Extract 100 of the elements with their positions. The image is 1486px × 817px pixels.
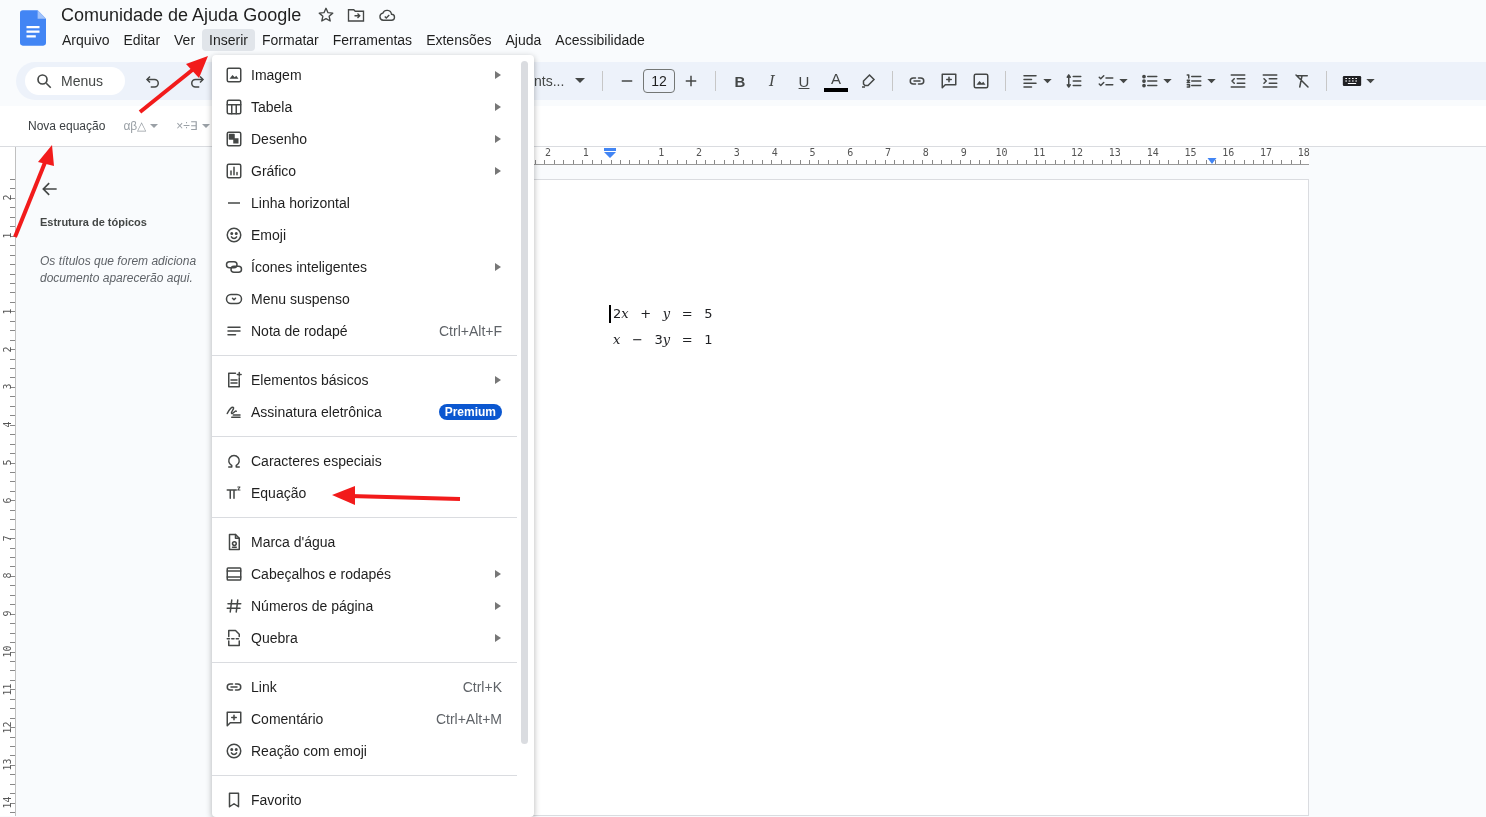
ruler-number: 1: [2, 308, 13, 315]
ruler-number: 17: [1259, 147, 1274, 159]
italic-button[interactable]: I: [760, 69, 784, 93]
bullet-list-icon[interactable]: [1141, 72, 1159, 90]
menu-item[interactable]: Equação: [212, 477, 534, 509]
indent-decrease-icon[interactable]: [1229, 72, 1247, 90]
ruler-number: 4: [770, 147, 779, 159]
text-color-button[interactable]: A: [824, 70, 848, 92]
folder-icon[interactable]: [347, 6, 366, 24]
ruler-number: 14: [1145, 147, 1160, 159]
page-break-icon: [225, 629, 243, 647]
ruler-number: 2: [543, 147, 552, 159]
caret-icon[interactable]: [1366, 78, 1375, 84]
menu-item[interactable]: Ícones inteligentes: [212, 251, 534, 283]
font-size-field[interactable]: 12: [643, 69, 675, 93]
caret-icon: [150, 123, 159, 129]
menu-item[interactable]: Marca d'água: [212, 526, 534, 558]
menu-item[interactable]: Elementos básicos: [212, 364, 534, 396]
chips-icon: [225, 258, 243, 276]
hash-icon: [225, 597, 243, 615]
ruler-number: 9: [959, 147, 968, 159]
indent-marker-icon[interactable]: [1206, 158, 1218, 164]
comment-icon[interactable]: [940, 72, 958, 90]
menu-bar-item[interactable]: Ver: [167, 29, 203, 51]
shortcut-text: Ctrl+Alt+M: [435, 711, 502, 727]
ruler-number: 3: [2, 383, 13, 390]
ruler-number: 7: [884, 147, 893, 159]
ruler-number: 5: [2, 459, 13, 466]
table-icon: [225, 98, 243, 116]
ruler-number: 10: [994, 147, 1009, 159]
caret-icon[interactable]: [1163, 78, 1172, 84]
comment-icon: [225, 710, 243, 728]
menu-item[interactable]: Nota de rodapé Ctrl+Alt+F: [212, 315, 534, 347]
menu-item[interactable]: Link Ctrl+K: [212, 671, 534, 703]
menu-item[interactable]: Reação com emoji: [212, 735, 534, 767]
menu-bar-item[interactable]: Ajuda: [498, 29, 549, 51]
search-icon: [35, 72, 53, 90]
image-icon: [225, 66, 243, 84]
menu-item[interactable]: Gráfico: [212, 155, 534, 187]
ruler-number: 6: [2, 497, 13, 504]
ruler-number: 14: [2, 796, 13, 809]
chart-icon: [225, 162, 243, 180]
search-field[interactable]: Menus: [25, 67, 125, 95]
star-icon[interactable]: [317, 6, 336, 24]
underline-button[interactable]: U: [792, 69, 816, 93]
menu-bar-item[interactable]: Arquivo: [55, 29, 117, 51]
ruler-number: 13: [2, 758, 13, 771]
shortcut-text: Ctrl+Alt+F: [439, 323, 502, 339]
font-dropdown[interactable]: nts...: [534, 73, 594, 89]
emoji-icon: [225, 742, 243, 760]
ruler-number: 4: [2, 421, 13, 428]
ruler-number: 8: [2, 572, 13, 579]
line-spacing-icon[interactable]: [1065, 72, 1083, 90]
ruler-number: 11: [2, 683, 13, 696]
scrollbar[interactable]: [521, 61, 528, 744]
ruler-number: 1: [2, 232, 13, 239]
docs-logo[interactable]: [20, 10, 46, 46]
ruler-number: 9: [2, 610, 13, 617]
menu-item[interactable]: Caracteres especiais: [212, 445, 534, 477]
menu-item[interactable]: Favorito: [212, 784, 534, 816]
clear-formatting-icon[interactable]: [1293, 72, 1311, 90]
menu-bar-item[interactable]: Extensões: [419, 29, 499, 51]
ruler-number: 2: [695, 147, 704, 159]
menu-item[interactable]: Cabeçalhos e rodapés: [212, 558, 534, 590]
caret-icon[interactable]: [1207, 78, 1216, 84]
menu-item[interactable]: Números de página: [212, 590, 534, 622]
menu-item[interactable]: Linha horizontal: [212, 187, 534, 219]
document-title[interactable]: Comunidade de Ajuda Google: [61, 4, 302, 26]
bold-button[interactable]: B: [728, 69, 752, 93]
align-icon[interactable]: [1021, 72, 1039, 90]
pi-icon: [225, 484, 243, 502]
menu-item[interactable]: Menu suspenso: [212, 283, 534, 315]
menu-item[interactable]: Imagem: [212, 59, 534, 91]
menu-item[interactable]: Emoji: [212, 219, 534, 251]
header-footer-icon: [225, 565, 243, 583]
image-icon[interactable]: [972, 72, 990, 90]
ruler-number: 11: [1032, 147, 1047, 159]
menu-bar-item[interactable]: Acessibilidade: [548, 29, 652, 51]
menu-bar-item[interactable]: Inserir: [202, 29, 255, 51]
new-equation-button[interactable]: Nova equação: [22, 117, 112, 135]
caret-icon[interactable]: [1043, 78, 1052, 84]
equation-line: x − 3y = 1: [612, 331, 714, 349]
building-blocks-icon: [225, 371, 243, 389]
menu-item[interactable]: Assinatura eletrônica Premium: [212, 396, 534, 428]
menu-bar-item[interactable]: Formatar: [254, 29, 326, 51]
emoji-icon: [225, 226, 243, 244]
menu-bar-item[interactable]: Ferramentas: [325, 29, 420, 51]
highlighter-icon[interactable]: [859, 72, 877, 90]
menu-item[interactable]: Quebra: [212, 622, 534, 654]
indent-marker-icon[interactable]: [604, 148, 616, 158]
shortcut-text: Ctrl+K: [462, 679, 502, 695]
numbered-list-icon[interactable]: [1185, 72, 1203, 90]
keyboard-icon[interactable]: [1342, 74, 1362, 88]
menu-bar-item[interactable]: Editar: [116, 29, 168, 51]
menu-item[interactable]: Comentário Ctrl+Alt+M: [212, 703, 534, 735]
indent-increase-icon[interactable]: [1261, 72, 1279, 90]
drawing-icon: [225, 130, 243, 148]
ruler-number: 16: [1221, 147, 1236, 159]
caret-icon[interactable]: [1119, 78, 1128, 84]
omega-icon: [225, 452, 243, 470]
